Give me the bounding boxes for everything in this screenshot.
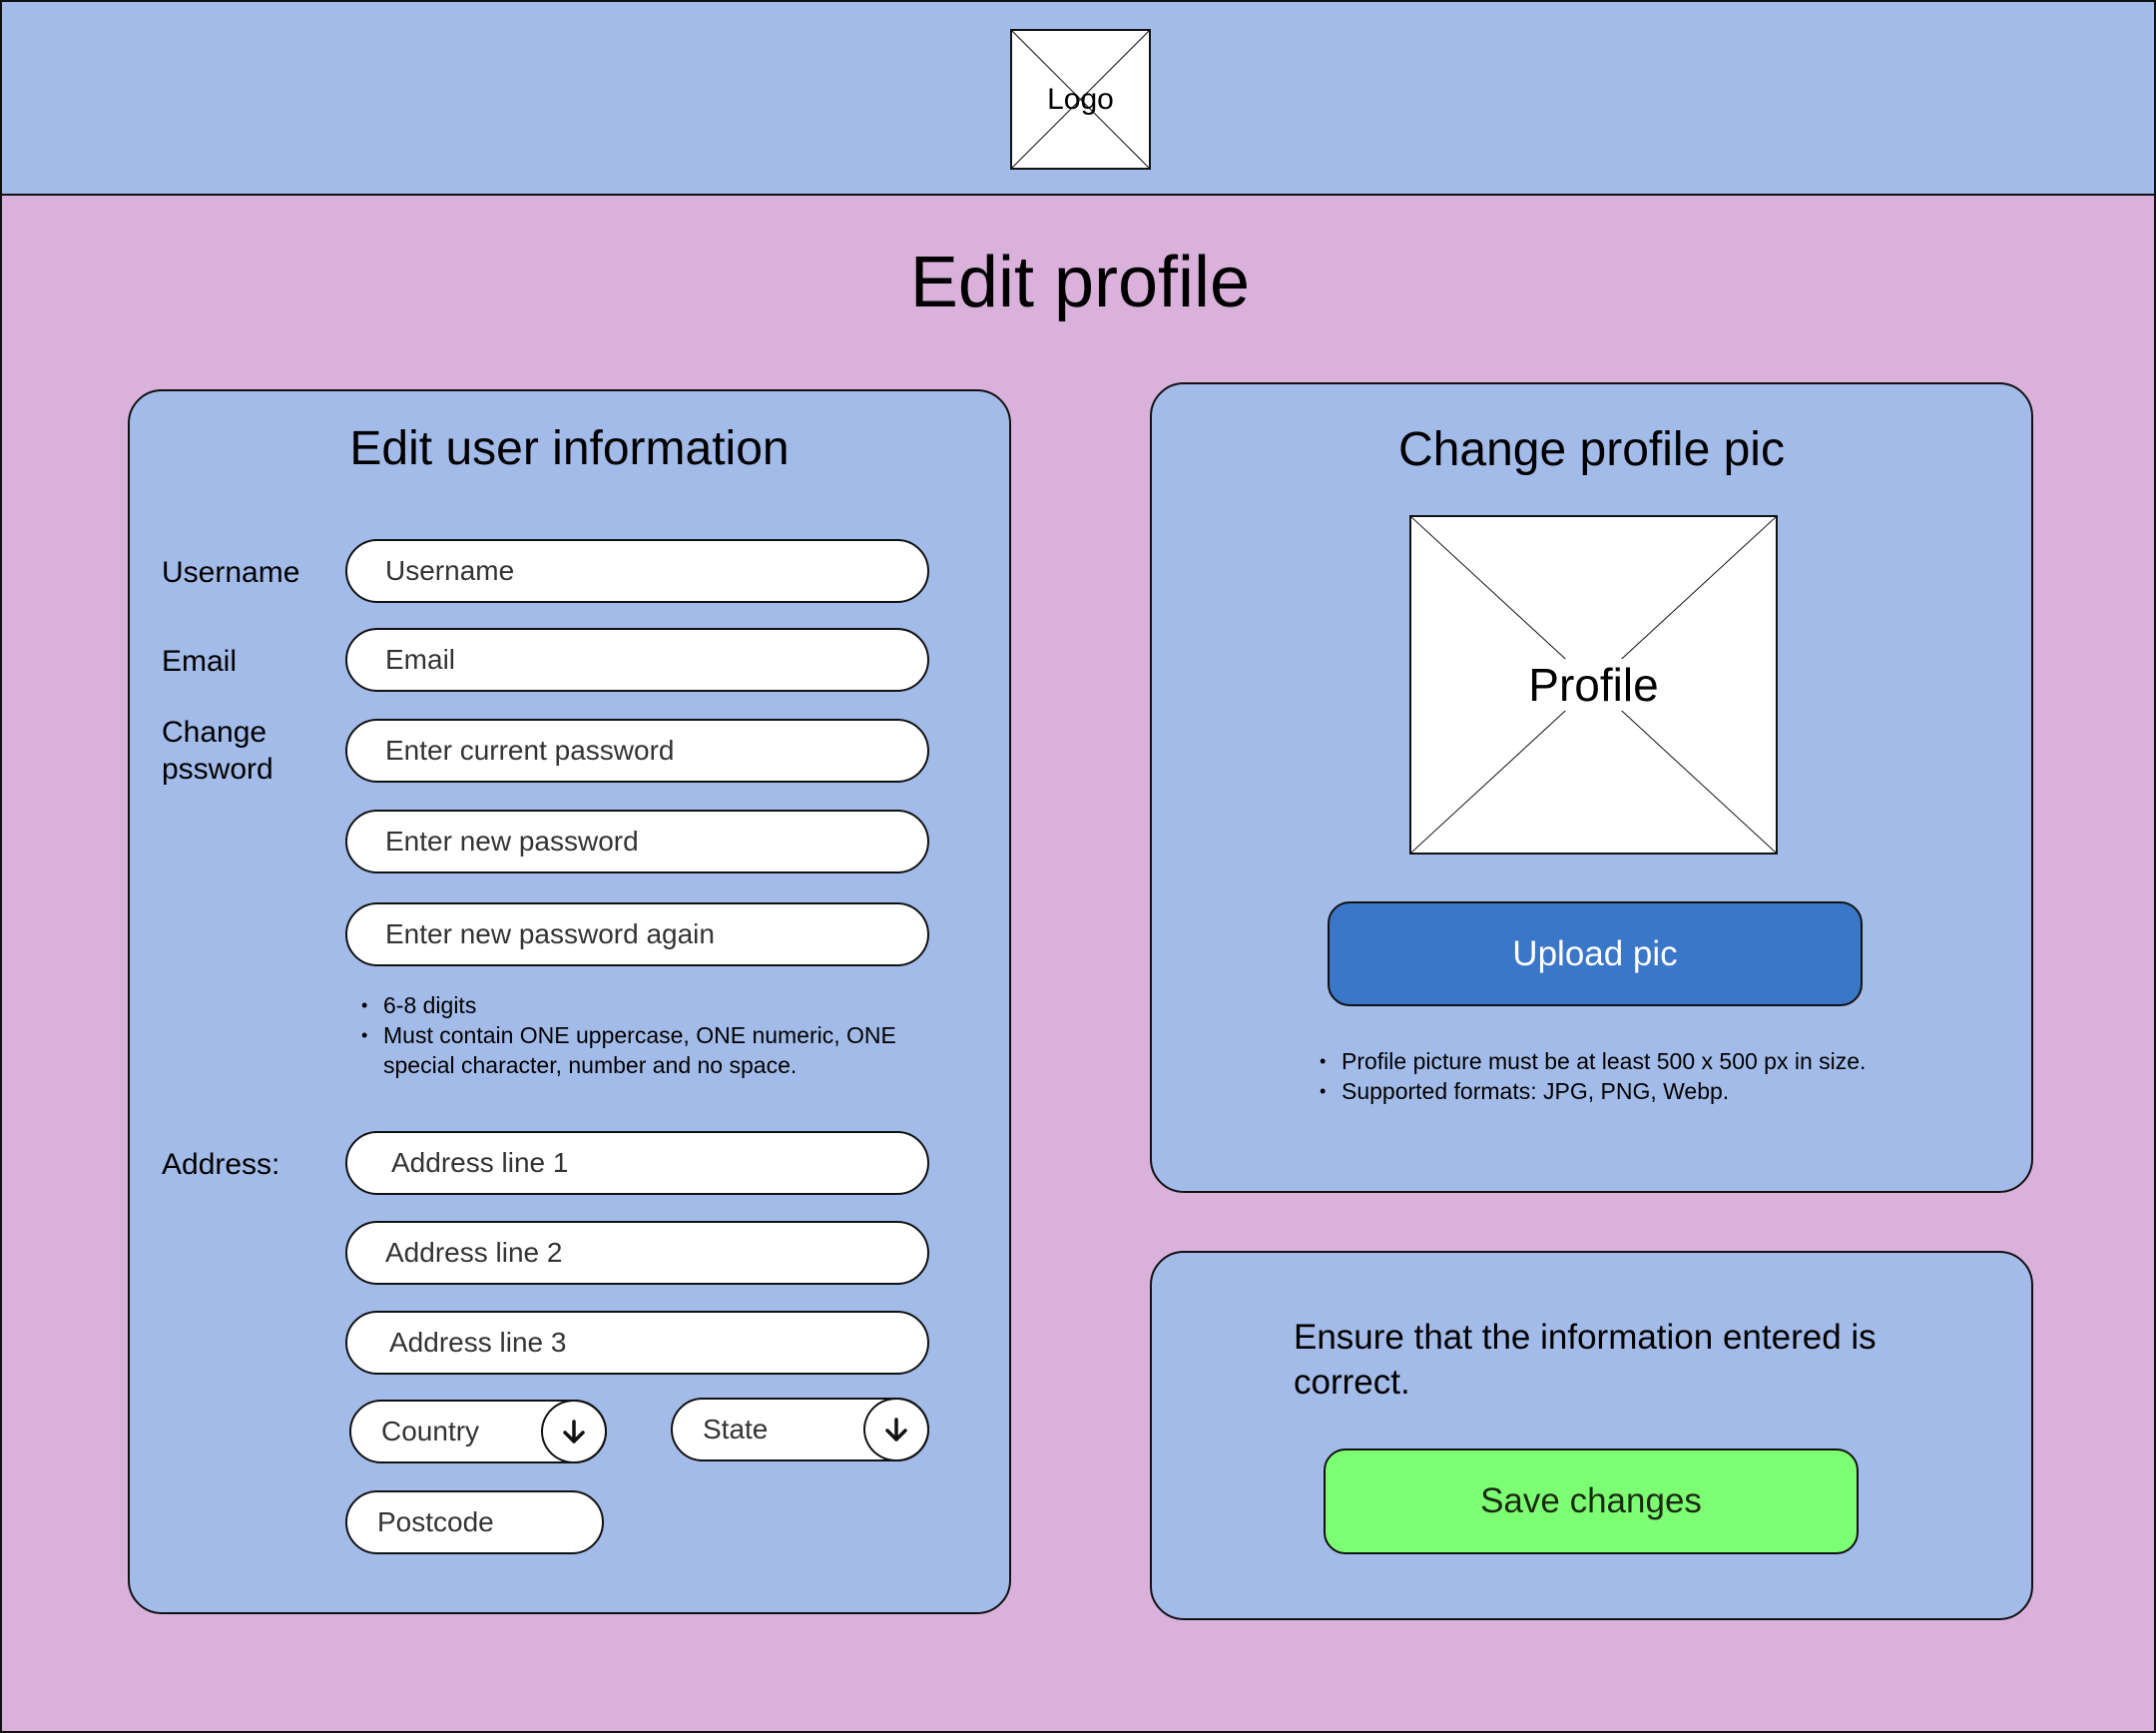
page-title: Edit profile	[909, 243, 1251, 322]
profile-pic-title: Change profile pic	[1398, 423, 1785, 476]
confirm-password-input[interactable]: Enter new password again	[345, 902, 929, 966]
logo-label: Logo	[1047, 82, 1114, 116]
edit-user-info-card: Edit user information Username Username …	[128, 389, 1011, 1614]
user-info-title: Edit user information	[349, 422, 790, 475]
username-label: Username	[162, 556, 300, 589]
page: Logo Edit profile Edit user information …	[0, 0, 2156, 1733]
country-select-value: Country	[381, 1416, 480, 1446]
current-password-input[interactable]: Enter current password	[345, 719, 929, 783]
state-select[interactable]: State	[671, 1398, 929, 1461]
new-password-input[interactable]: Enter new password	[345, 810, 929, 873]
address-label: Address:	[162, 1148, 280, 1181]
username-input[interactable]: Username	[345, 539, 929, 603]
change-password-label: Change pssword	[162, 716, 273, 786]
header-bar: Logo	[2, 2, 2154, 196]
address-line-1-input[interactable]: Address line 1	[345, 1131, 929, 1195]
profile-picture-placeholder: Profile	[1409, 515, 1778, 855]
chevron-down-icon[interactable]	[541, 1400, 607, 1463]
address-line-3-input[interactable]: Address line 3	[345, 1311, 929, 1375]
password-rule: 6-8 digits	[359, 990, 918, 1020]
upload-pic-button[interactable]: Upload pic	[1328, 901, 1863, 1006]
postcode-input[interactable]: Postcode	[345, 1490, 604, 1554]
email-input[interactable]: Email	[345, 628, 929, 692]
password-rule: Must contain ONE uppercase, ONE numeric,…	[359, 1020, 918, 1080]
password-rules-list: 6-8 digits Must contain ONE uppercase, O…	[359, 990, 918, 1080]
address-line-2-input[interactable]: Address line 2	[345, 1221, 929, 1285]
change-profile-pic-card: Change profile pic Profile Upload pic Pr…	[1150, 382, 2033, 1193]
profile-pic-rules-list: Profile picture must be at least 500 x 5…	[1318, 1046, 1877, 1106]
chevron-down-icon[interactable]	[863, 1398, 929, 1461]
save-changes-button[interactable]: Save changes	[1324, 1448, 1859, 1554]
country-select[interactable]: Country	[349, 1400, 607, 1463]
save-changes-card: Ensure that the information entered is c…	[1150, 1251, 2033, 1620]
profile-placeholder-label: Profile	[1411, 658, 1776, 712]
email-label: Email	[162, 645, 238, 678]
state-select-value: State	[703, 1414, 769, 1444]
logo-placeholder[interactable]: Logo	[1010, 29, 1151, 170]
profile-pic-rule: Profile picture must be at least 500 x 5…	[1318, 1046, 1877, 1076]
profile-pic-rule: Supported formats: JPG, PNG, Webp.	[1318, 1076, 1877, 1106]
save-note: Ensure that the information entered is c…	[1294, 1318, 1877, 1402]
